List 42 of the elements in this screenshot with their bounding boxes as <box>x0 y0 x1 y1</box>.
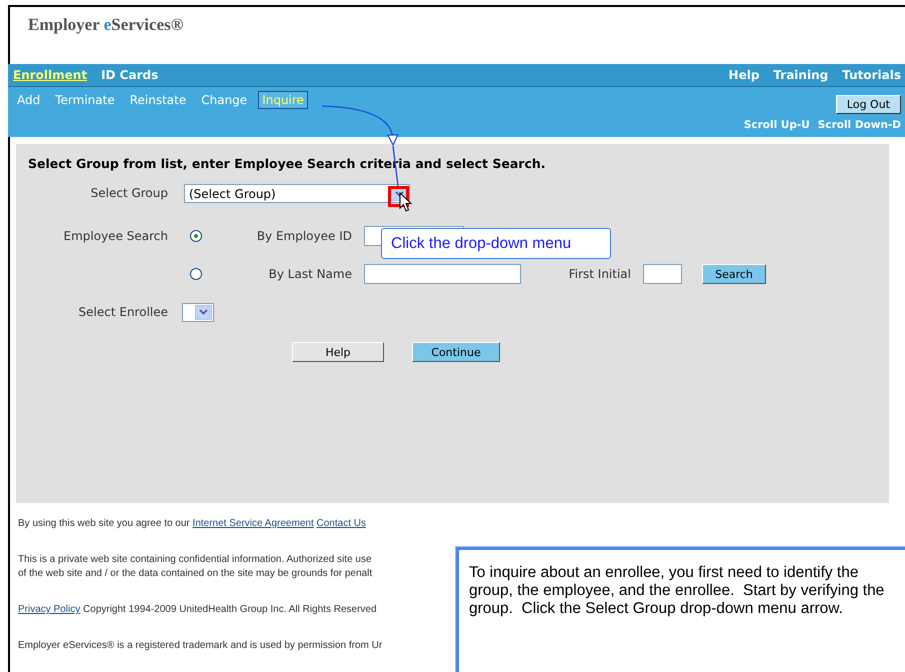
sub-nav-tab[interactable]: Inquire <box>258 91 308 109</box>
option-label: By Employee ID <box>256 229 352 243</box>
sub-nav-tab[interactable]: Reinstate <box>126 91 190 109</box>
privacy-link[interactable]: Privacy Policy <box>18 604 80 615</box>
radio-button[interactable] <box>190 268 202 280</box>
enrollee-select[interactable] <box>182 302 214 322</box>
nav-tab[interactable]: ID Cards <box>101 68 158 82</box>
field-label: Employee Search <box>62 229 168 243</box>
logout-button[interactable]: Log Out <box>836 95 901 114</box>
hint-tooltip: Click the drop-down menu <box>381 228 611 259</box>
trademark-text: Employer eServices® is a registered trademark and is used by permission from Ur <box>18 639 384 653</box>
cursor-icon <box>399 192 413 213</box>
field-label: Select Enrollee <box>78 305 168 319</box>
sub-nav-tab[interactable]: Terminate <box>51 91 119 109</box>
chevron-down-icon <box>395 190 404 196</box>
nav-link[interactable]: Help <box>728 68 760 82</box>
copyright-text: Privacy Policy Copyright 1994-2009 UnitedHealth Group Inc. All Rights Reserved <box>18 603 378 617</box>
callout-text: To inquire about an enrollee, you first need to identify the group, the employee, and the enrollee. Start by verifying the group. Click the Select Group drop-down menu arrow. <box>469 564 886 618</box>
form-button[interactable]: Help <box>292 342 384 362</box>
radio-button[interactable] <box>190 230 202 242</box>
agreement-text: By using this web site you agree to our Internet Service Agreement Contact Us <box>18 517 367 531</box>
chevron-down-icon <box>199 309 208 315</box>
nav-link[interactable]: Training <box>773 68 828 82</box>
sub-nav-tab[interactable]: Change <box>197 91 252 109</box>
group-select[interactable]: (Select Group) <box>184 184 410 203</box>
input-field[interactable] <box>643 264 682 284</box>
input-field[interactable] <box>364 264 521 284</box>
scroll-link[interactable]: Scroll Up-U <box>744 119 810 131</box>
option-label: By Last Name <box>268 267 352 281</box>
nav-tab[interactable]: Enrollment <box>13 68 88 82</box>
footer-link[interactable]: Internet Service Agreement <box>192 518 314 529</box>
form-button[interactable]: Continue <box>412 342 500 362</box>
notice-text: This is a private web site containing confidential information. Authorized site use <box>18 553 373 567</box>
logo-text: Employer eServices® <box>28 15 184 35</box>
notice-text: of the web site and / or the data contained on the site may be grounds for penalt <box>18 567 374 581</box>
field-label: Select Group <box>90 185 168 202</box>
sub-nav-tab[interactable]: Add <box>13 91 44 109</box>
nav-link[interactable]: Tutorials <box>842 68 901 82</box>
scroll-link[interactable]: Scroll Down-D <box>818 119 901 131</box>
footer-link[interactable]: Contact Us <box>316 518 366 529</box>
search-button[interactable]: Search <box>702 264 766 284</box>
field-label: First Initial <box>568 267 631 281</box>
